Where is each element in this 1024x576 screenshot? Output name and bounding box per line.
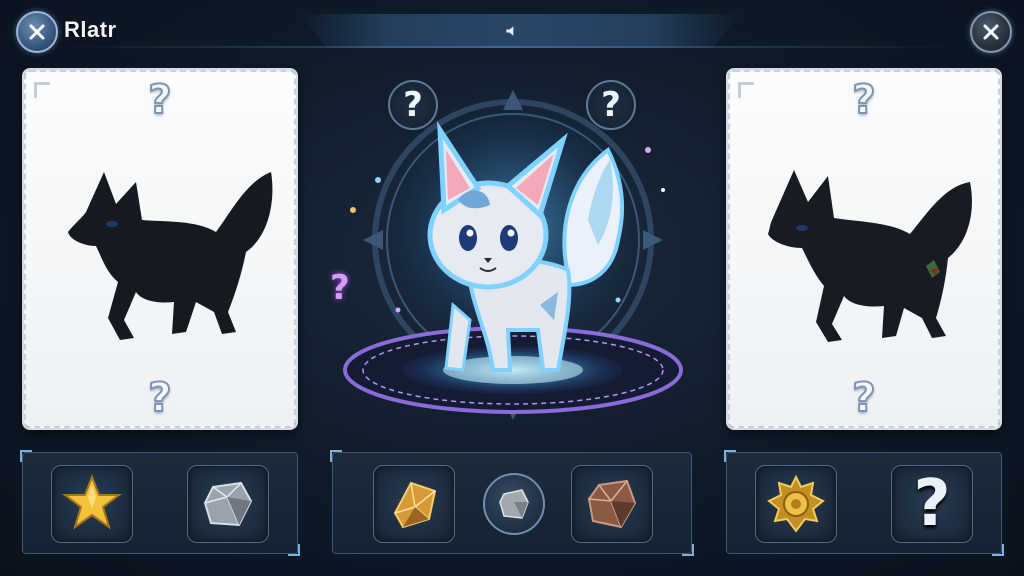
- item-slot[interactable]: [187, 465, 269, 543]
- center-item-panel: [330, 450, 694, 556]
- right-creature-card[interactable]: ? ?: [728, 70, 1000, 428]
- gold-star-icon: [62, 474, 122, 530]
- title-strip-line: [60, 46, 960, 48]
- speaker-icon: [506, 26, 514, 36]
- screen-title: Rlatr: [64, 17, 117, 42]
- back-button[interactable]: [16, 11, 58, 53]
- left-item-panel: [20, 450, 300, 556]
- item-slot[interactable]: [571, 465, 653, 543]
- item-slot[interactable]: [755, 465, 837, 543]
- item-slot[interactable]: [373, 465, 455, 543]
- left-creature-card[interactable]: ? ?: [24, 70, 296, 428]
- sound-button[interactable]: [502, 22, 520, 40]
- amber-crystal-icon: [393, 481, 437, 529]
- unknown-item-slot[interactable]: ?: [891, 465, 973, 543]
- unknown-bottom-mark: ?: [147, 374, 172, 422]
- summon-stage: ? ?: [318, 70, 708, 440]
- item-slot[interactable]: [51, 465, 133, 543]
- black-fox-silhouette-icon: [68, 172, 273, 340]
- black-fox-silhouette-icon: [768, 170, 972, 342]
- unknown-bottom-mark: ?: [851, 374, 876, 422]
- glowing-fox-creature-icon: [343, 90, 683, 420]
- brown-gem-icon: [587, 479, 637, 529]
- unknown-trait-right[interactable]: ?: [586, 80, 636, 130]
- unknown-trait-side: ?: [330, 268, 350, 308]
- card-corner-mark: [738, 82, 754, 98]
- item-slot-center[interactable]: [483, 473, 545, 535]
- unknown-trait-left[interactable]: ?: [388, 80, 438, 130]
- unknown-top-mark: ?: [147, 76, 172, 124]
- unknown-top-mark: ?: [851, 76, 876, 124]
- close-icon: [29, 24, 45, 40]
- close-button[interactable]: [970, 11, 1012, 53]
- silver-gem-icon: [203, 481, 253, 527]
- gray-stone-icon: [499, 489, 529, 519]
- gold-medallion-icon: [767, 474, 825, 533]
- title-strip: [300, 14, 740, 48]
- unknown-item-mark: ?: [913, 467, 951, 541]
- top-bar: Rlatr: [0, 0, 1024, 60]
- card-corner-mark: [34, 82, 50, 98]
- close-icon: [983, 24, 999, 40]
- right-item-panel: ?: [724, 450, 1004, 556]
